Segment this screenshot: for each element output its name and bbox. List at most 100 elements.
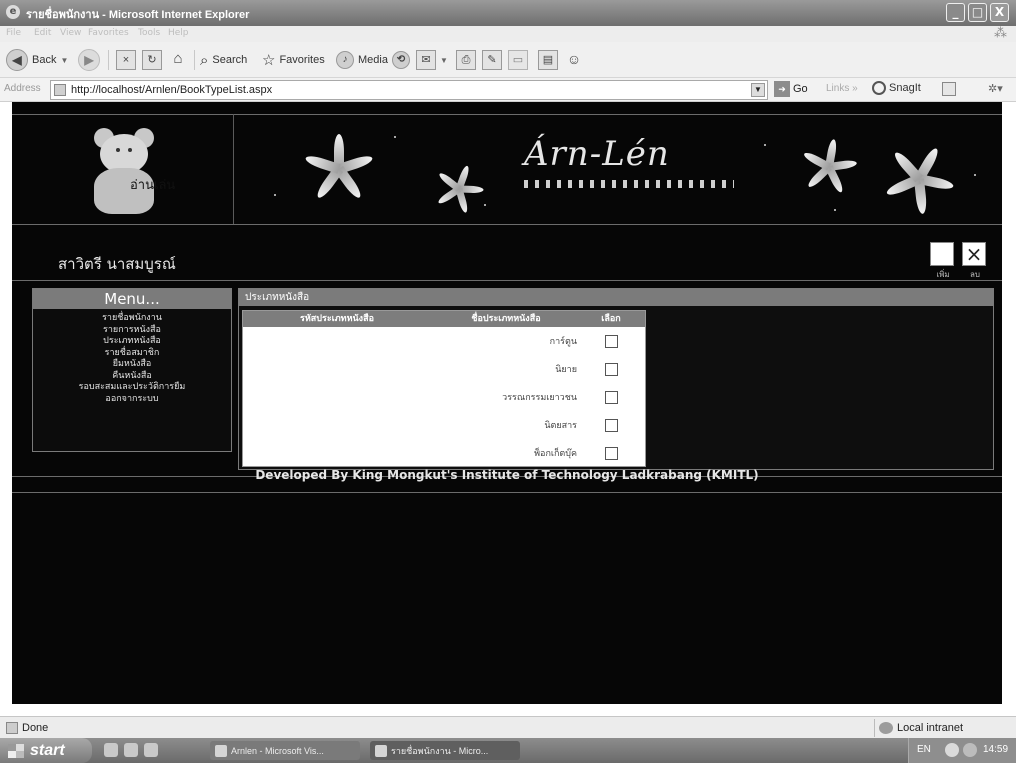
star-icon: ☆ (262, 52, 276, 69)
search-label: Search (212, 54, 248, 66)
links-chevron-icon: » (852, 83, 858, 94)
mail-icon: ✉ (416, 50, 436, 70)
window-titlebar: e รายชื่อพนักงาน - Microsoft Internet Ex… (0, 0, 1016, 26)
book-type-panel: ประเภทหนังสือ รหัสประเภทหนังสือ ชื่อประเ… (238, 288, 994, 470)
favorites-button[interactable]: ☆ Favorites (262, 48, 325, 72)
address-input[interactable]: http://localhost/Arnlen/BookTypeList.asp… (50, 80, 768, 100)
delete-button[interactable]: × ลบ (962, 242, 988, 281)
print-button[interactable]: ⎙ (456, 48, 476, 72)
taskbar-task-visual-studio[interactable]: Arnlen - Microsoft Vis... (210, 741, 360, 760)
snagit-button[interactable]: SnagIt (872, 81, 921, 95)
column-header-code: รหัสประเภทหนังสือ (300, 314, 374, 324)
toolbar-separator (108, 50, 109, 70)
go-arrow-icon: ➜ (774, 81, 790, 97)
menu-item-history[interactable]: รอบสะสมและประวัติการยืม (33, 382, 231, 394)
minimize-button[interactable]: _ (946, 3, 965, 22)
windows-logo-icon: ⁂ (994, 26, 1007, 41)
menu-view[interactable]: View (60, 28, 81, 38)
language-indicator[interactable]: EN (917, 744, 931, 755)
links-label: Links (826, 83, 850, 94)
address-dropdown-icon[interactable]: ▼ (751, 83, 765, 97)
select-checkbox[interactable] (604, 390, 618, 404)
security-zone[interactable]: Local intranet (874, 719, 1014, 737)
refresh-button[interactable]: ↻ (142, 48, 162, 72)
snagit-window-icon[interactable] (942, 82, 956, 96)
browser-menubar: File Edit View Favorites Tools Help ⁂ (0, 26, 1016, 42)
media-label: Media (358, 54, 388, 66)
print-icon: ⎙ (456, 50, 476, 70)
select-checkbox[interactable] (604, 446, 618, 460)
address-url: http://localhost/Arnlen/BookTypeList.asp… (71, 84, 273, 96)
toolbar-options-icon[interactable]: ✲▾ (988, 82, 1004, 96)
menu-help[interactable]: Help (168, 28, 189, 38)
logo-text: อ่านเล่น (130, 178, 176, 193)
select-checkbox[interactable] (604, 334, 618, 348)
dropdown-arrow-icon: ▼ (60, 55, 69, 65)
menu-edit[interactable]: Edit (34, 28, 51, 38)
page-viewport: อ่านเล่น Árn-Lén สาวิตรี นาสมบูรณ์ เพิ่ม… (12, 102, 1002, 704)
history-icon: ⟲ (392, 51, 410, 69)
menu-item-book-types[interactable]: ประเภทหนังสือ (33, 336, 231, 348)
maximize-button[interactable]: □ (968, 3, 987, 22)
table-header: รหัสประเภทหนังสือ ชื่อประเภทหนังสือ เลือ… (243, 311, 645, 327)
site-logo[interactable]: อ่านเล่น (24, 114, 234, 224)
search-icon: ⌕ (200, 51, 209, 69)
mail-button[interactable]: ✉ ▼ (416, 48, 448, 72)
footer-credit: Developed By King Mongkut's Institute of… (255, 468, 759, 482)
select-checkbox[interactable] (604, 418, 618, 432)
side-menu: Menu... รายชื่อพนักงาน รายการหนังสือ ประ… (32, 288, 232, 452)
menu-item-borrow[interactable]: ยืมหนังสือ (33, 359, 231, 371)
links-button[interactable]: Links » (826, 83, 858, 94)
close-button[interactable]: X (990, 3, 1009, 22)
back-button[interactable]: ◀ Back ▼ (6, 48, 68, 72)
start-label: start (30, 741, 65, 759)
go-button[interactable]: ➜ Go (774, 81, 808, 97)
back-arrow-icon: ◀ (6, 49, 28, 71)
menu-favorites[interactable]: Favorites (88, 28, 129, 38)
select-checkbox[interactable] (604, 362, 618, 376)
panel-title: ประเภทหนังสือ (239, 289, 993, 306)
add-button[interactable]: เพิ่ม (930, 242, 956, 281)
menu-file[interactable]: File (6, 28, 21, 38)
favorites-label: Favorites (279, 54, 325, 66)
footer-bottom-rule (12, 492, 1002, 493)
quicklaunch-icon[interactable] (124, 743, 138, 757)
status-bar: Done Local intranet (0, 716, 1016, 738)
refresh-icon: ↻ (142, 50, 162, 70)
forward-button[interactable]: ▶ (78, 48, 100, 72)
stop-button[interactable]: × (116, 48, 136, 72)
menu-item-return[interactable]: คืนหนังสือ (33, 371, 231, 383)
status-done: Done (6, 722, 48, 734)
snagit-label: SnagIt (889, 82, 921, 94)
flower-decoration-icon (801, 138, 858, 195)
research-button[interactable]: ▤ (538, 48, 558, 72)
tray-icon[interactable] (963, 743, 977, 757)
snagit-icon (872, 81, 886, 95)
start-button[interactable]: start (0, 738, 92, 763)
home-button[interactable]: ⌂ (168, 48, 188, 72)
menu-item-employees[interactable]: รายชื่อพนักงาน (33, 313, 231, 325)
media-button[interactable]: ♪ Media (336, 48, 388, 72)
menu-item-logout[interactable]: ออกจากระบบ (33, 394, 231, 406)
messenger-icon: ☺ (566, 51, 582, 67)
history-button[interactable]: ⟲ (392, 48, 410, 72)
forward-arrow-icon: ▶ (78, 49, 100, 71)
taskbar-task-internet-explorer[interactable]: รายชื่อพนักงาน - Micro... (370, 741, 520, 760)
windows-taskbar: start Arnlen - Microsoft Vis... รายชื่อพ… (0, 738, 1016, 763)
task-label: รายชื่อพนักงาน - Micro... (391, 745, 489, 756)
discuss-button[interactable]: ▭ (508, 48, 528, 72)
quicklaunch-icon[interactable] (104, 743, 118, 757)
search-button[interactable]: ⌕ Search (200, 48, 247, 72)
delete-icon: × (962, 242, 986, 266)
menu-tools[interactable]: Tools (138, 28, 160, 38)
menu-item-books[interactable]: รายการหนังสือ (33, 325, 231, 337)
logged-in-user-name: สาวิตรี นาสมบูรณ์ (58, 255, 176, 273)
menu-item-members[interactable]: รายชื่อสมาชิก (33, 348, 231, 360)
window-title: รายชื่อพนักงาน - Microsoft Internet Expl… (26, 9, 250, 21)
tray-icon[interactable] (945, 743, 959, 757)
task-app-icon (375, 744, 387, 757)
quicklaunch-icon[interactable] (144, 743, 158, 757)
messenger-button[interactable]: ☺ (564, 48, 584, 72)
teddy-bear-icon (88, 128, 160, 214)
edit-button[interactable]: ✎ (482, 48, 502, 72)
